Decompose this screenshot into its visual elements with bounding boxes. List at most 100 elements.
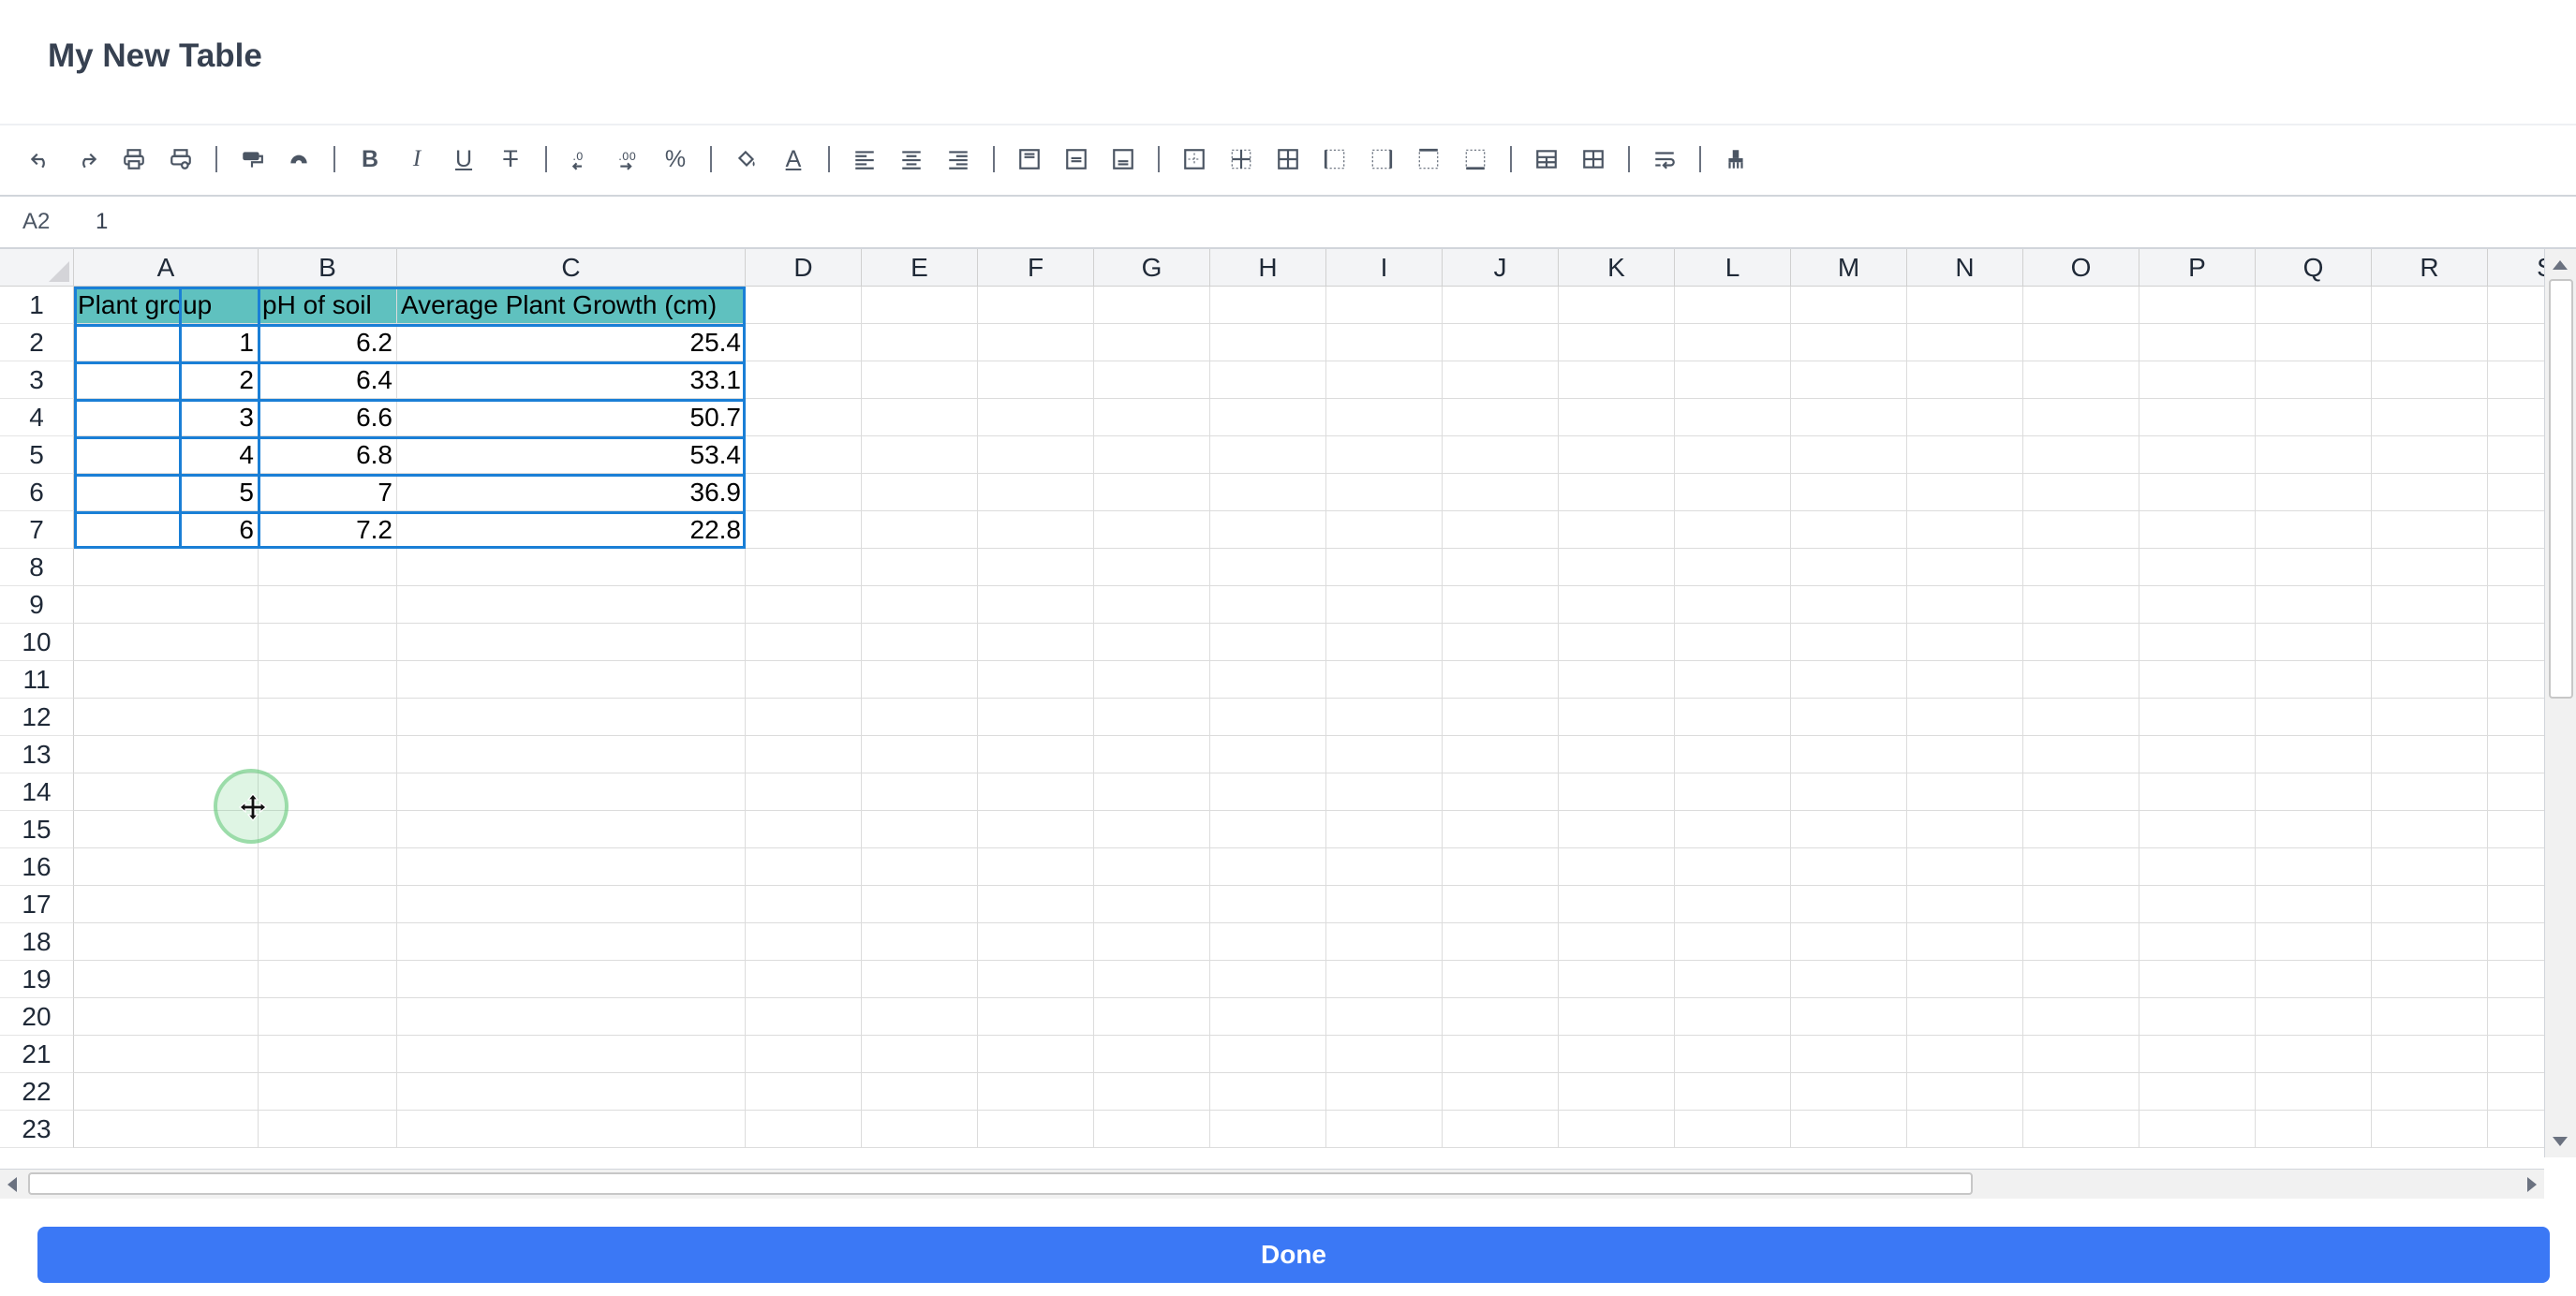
- cell-r5[interactable]: [2372, 436, 2488, 474]
- cell-o5[interactable]: [2023, 436, 2139, 474]
- cell-q11[interactable]: [2256, 661, 2372, 699]
- cell-s3[interactable]: [2488, 361, 2544, 399]
- cell-m18[interactable]: [1791, 923, 1907, 961]
- cell-b2[interactable]: 6.2: [259, 324, 397, 361]
- cell-n2[interactable]: [1907, 324, 2023, 361]
- cell-d1[interactable]: [746, 287, 862, 324]
- cell-r11[interactable]: [2372, 661, 2488, 699]
- cell-b10[interactable]: [259, 624, 397, 661]
- cell-q12[interactable]: [2256, 699, 2372, 736]
- cell-k18[interactable]: [1559, 923, 1675, 961]
- scroll-up-icon[interactable]: [2553, 260, 2568, 270]
- cell-a12[interactable]: [74, 699, 259, 736]
- cell-l1[interactable]: [1675, 287, 1791, 324]
- cell-k4[interactable]: [1559, 399, 1675, 436]
- scroll-down-icon[interactable]: [2553, 1137, 2568, 1146]
- cell-g12[interactable]: [1094, 699, 1210, 736]
- cell-l5[interactable]: [1675, 436, 1791, 474]
- cell-j5[interactable]: [1443, 436, 1559, 474]
- cell-d8[interactable]: [746, 549, 862, 586]
- cell-h23[interactable]: [1210, 1111, 1326, 1148]
- cell-o10[interactable]: [2023, 624, 2139, 661]
- cell-q9[interactable]: [2256, 586, 2372, 624]
- cell-n17[interactable]: [1907, 886, 2023, 923]
- row-header-5[interactable]: 5: [0, 436, 74, 474]
- cell-n6[interactable]: [1907, 474, 2023, 511]
- cell-o12[interactable]: [2023, 699, 2139, 736]
- underline-icon[interactable]: U: [446, 141, 481, 177]
- cell-g20[interactable]: [1094, 998, 1210, 1036]
- cell-k11[interactable]: [1559, 661, 1675, 699]
- cell-g16[interactable]: [1094, 848, 1210, 886]
- cell-r4[interactable]: [2372, 399, 2488, 436]
- cell-b11[interactable]: [259, 661, 397, 699]
- cell-f22[interactable]: [978, 1073, 1094, 1111]
- cell-i17[interactable]: [1326, 886, 1443, 923]
- cell-j19[interactable]: [1443, 961, 1559, 998]
- cell-i16[interactable]: [1326, 848, 1443, 886]
- cell-r6[interactable]: [2372, 474, 2488, 511]
- cell-h13[interactable]: [1210, 736, 1326, 773]
- cell-c17[interactable]: [397, 886, 746, 923]
- cell-k12[interactable]: [1559, 699, 1675, 736]
- cell-l14[interactable]: [1675, 773, 1791, 811]
- cell-c7[interactable]: 22.8: [397, 511, 746, 549]
- cell-s20[interactable]: [2488, 998, 2544, 1036]
- bold-icon[interactable]: B: [352, 141, 388, 177]
- cell-c6[interactable]: 36.9: [397, 474, 746, 511]
- cell-q22[interactable]: [2256, 1073, 2372, 1111]
- cell-l2[interactable]: [1675, 324, 1791, 361]
- cell-e18[interactable]: [862, 923, 978, 961]
- cell-m14[interactable]: [1791, 773, 1907, 811]
- cell-s14[interactable]: [2488, 773, 2544, 811]
- cell-a3[interactable]: 2: [74, 361, 259, 399]
- cell-d13[interactable]: [746, 736, 862, 773]
- cell-c20[interactable]: [397, 998, 746, 1036]
- vertical-scrollbar[interactable]: [2544, 249, 2576, 1157]
- cell-d17[interactable]: [746, 886, 862, 923]
- cell-e5[interactable]: [862, 436, 978, 474]
- cell-r18[interactable]: [2372, 923, 2488, 961]
- cell-f1[interactable]: [978, 287, 1094, 324]
- cell-n11[interactable]: [1907, 661, 2023, 699]
- row-header-10[interactable]: 10: [0, 624, 74, 661]
- cell-e1[interactable]: [862, 287, 978, 324]
- cell-a4[interactable]: 3: [74, 399, 259, 436]
- cell-j16[interactable]: [1443, 848, 1559, 886]
- cell-s17[interactable]: [2488, 886, 2544, 923]
- cell-d5[interactable]: [746, 436, 862, 474]
- cell-i1[interactable]: [1326, 287, 1443, 324]
- row-header-16[interactable]: 16: [0, 848, 74, 886]
- cell-j6[interactable]: [1443, 474, 1559, 511]
- cell-r23[interactable]: [2372, 1111, 2488, 1148]
- cell-m5[interactable]: [1791, 436, 1907, 474]
- cell-h19[interactable]: [1210, 961, 1326, 998]
- cell-f19[interactable]: [978, 961, 1094, 998]
- cell-f10[interactable]: [978, 624, 1094, 661]
- print-preview-icon[interactable]: [163, 141, 199, 177]
- cell-p23[interactable]: [2139, 1111, 2256, 1148]
- cell-q23[interactable]: [2256, 1111, 2372, 1148]
- cell-c23[interactable]: [397, 1111, 746, 1148]
- cell-s6[interactable]: [2488, 474, 2544, 511]
- cell-l20[interactable]: [1675, 998, 1791, 1036]
- cell-k16[interactable]: [1559, 848, 1675, 886]
- cell-f16[interactable]: [978, 848, 1094, 886]
- cell-i21[interactable]: [1326, 1036, 1443, 1073]
- column-header-e[interactable]: E: [862, 249, 978, 287]
- cell-s18[interactable]: [2488, 923, 2544, 961]
- cell-c4[interactable]: 50.7: [397, 399, 746, 436]
- cell-m1[interactable]: [1791, 287, 1907, 324]
- cell-f2[interactable]: [978, 324, 1094, 361]
- cell-e2[interactable]: [862, 324, 978, 361]
- row-header-7[interactable]: 7: [0, 511, 74, 549]
- cell-l21[interactable]: [1675, 1036, 1791, 1073]
- strikethrough-icon[interactable]: T: [493, 141, 528, 177]
- cell-g15[interactable]: [1094, 811, 1210, 848]
- cell-d19[interactable]: [746, 961, 862, 998]
- cell-f8[interactable]: [978, 549, 1094, 586]
- cell-o19[interactable]: [2023, 961, 2139, 998]
- cell-m3[interactable]: [1791, 361, 1907, 399]
- cell-i23[interactable]: [1326, 1111, 1443, 1148]
- redo-icon[interactable]: [69, 141, 105, 177]
